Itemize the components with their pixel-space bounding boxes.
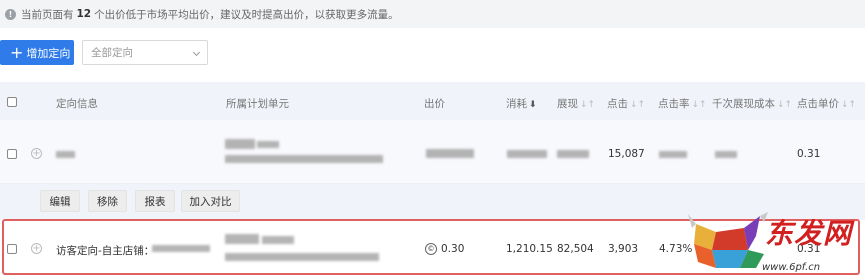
row2-cost: 1,210.15 xyxy=(506,243,553,255)
redacted-unit xyxy=(225,253,379,261)
header-cpm-label: 千次展现成本 xyxy=(712,98,775,110)
redacted-info xyxy=(56,151,75,158)
header-cpc[interactable]: 点击单价 ↓↑ xyxy=(797,96,856,111)
header-ctr-label: 点击率 xyxy=(658,98,690,110)
header-impressions-label: 展现 xyxy=(557,98,578,110)
sort-icon: ↓↑ xyxy=(777,100,793,110)
row2-info: 访客定向-自主店铺： xyxy=(56,245,155,257)
header-ctr[interactable]: 点击率 ↓↑ xyxy=(658,96,707,111)
report-button[interactable]: 报表 xyxy=(135,190,175,212)
bull-logo-icon xyxy=(688,212,768,268)
header-cost[interactable]: 消耗 ⬇ xyxy=(506,96,537,111)
redacted-cost xyxy=(507,150,547,158)
row-checkbox[interactable] xyxy=(7,149,17,159)
redacted-unit xyxy=(225,155,383,163)
add-targeting-button[interactable]: + 增加定向 xyxy=(0,40,74,65)
chevron-down-icon xyxy=(192,48,201,57)
add-targeting-label: 增加定向 xyxy=(26,46,71,60)
edit-button[interactable]: 编辑 xyxy=(40,190,80,212)
targeting-filter-select[interactable]: 全部定向 xyxy=(82,40,208,65)
coin-icon: © xyxy=(425,243,437,255)
header-cpc-label: 点击单价 xyxy=(797,98,839,110)
watermark-url: www.6pf.cn xyxy=(762,262,821,273)
header-info: 定向信息 xyxy=(56,98,98,110)
redacted-impressions xyxy=(557,150,589,158)
row1-cpc: 0.31 xyxy=(797,148,821,160)
header-cpm[interactable]: 千次展现成本 ↓↑ xyxy=(712,96,792,111)
info-icon: ! xyxy=(5,8,16,20)
header-clicks-label: 点击 xyxy=(607,98,628,110)
sort-icon: ↓↑ xyxy=(580,100,596,110)
row-checkbox[interactable] xyxy=(7,244,17,254)
header-clicks[interactable]: 点击 ↓↑ xyxy=(607,96,645,111)
sort-icon: ↓↑ xyxy=(630,100,646,110)
sort-icon: ↓↑ xyxy=(841,100,857,110)
sort-icon: ↓↑ xyxy=(691,100,707,110)
notice-count: 12 xyxy=(76,8,92,20)
header-bid: 出价 xyxy=(424,98,445,110)
targeting-filter-value: 全部定向 xyxy=(91,47,133,59)
row2-impressions: 82,504 xyxy=(557,243,594,255)
notice-prefix: 当前页面有 xyxy=(21,8,74,21)
redacted-bid xyxy=(426,149,474,158)
expand-icon[interactable]: + xyxy=(31,243,42,254)
redacted-info xyxy=(152,245,210,252)
redacted-unit xyxy=(225,139,255,149)
notice-bar: ! 当前页面有 12 个出价低于市场平均出价，建议及时提高出价，以获取更多流量。 xyxy=(0,0,865,28)
redacted-unit xyxy=(257,141,279,148)
watermark-text: 东发网 xyxy=(765,217,853,250)
row2-bid-value: 0.30 xyxy=(441,243,465,255)
row2-bid: © 0.30 xyxy=(425,243,464,255)
row1-clicks: 15,087 xyxy=(608,148,645,160)
header-unit: 所属计划单元 xyxy=(226,98,289,110)
redacted-ctr xyxy=(659,151,687,158)
notice-suffix: 个出价低于市场平均出价，建议及时提高出价，以获取更多流量。 xyxy=(94,8,399,21)
sort-desc-icon: ⬇ xyxy=(529,100,537,110)
redacted-cpm xyxy=(715,151,737,158)
select-all-checkbox[interactable] xyxy=(7,97,17,107)
remove-button[interactable]: 移除 xyxy=(88,190,127,212)
header-impressions[interactable]: 展现 ↓↑ xyxy=(557,96,595,111)
expand-icon[interactable]: + xyxy=(31,148,42,159)
redacted-unit xyxy=(262,236,294,244)
row2-clicks: 3,903 xyxy=(608,243,639,255)
redacted-unit xyxy=(225,234,259,244)
add-to-compare-button[interactable]: 加入对比 xyxy=(181,190,240,212)
header-cost-label: 消耗 xyxy=(506,98,527,110)
plus-icon: + xyxy=(10,42,24,62)
